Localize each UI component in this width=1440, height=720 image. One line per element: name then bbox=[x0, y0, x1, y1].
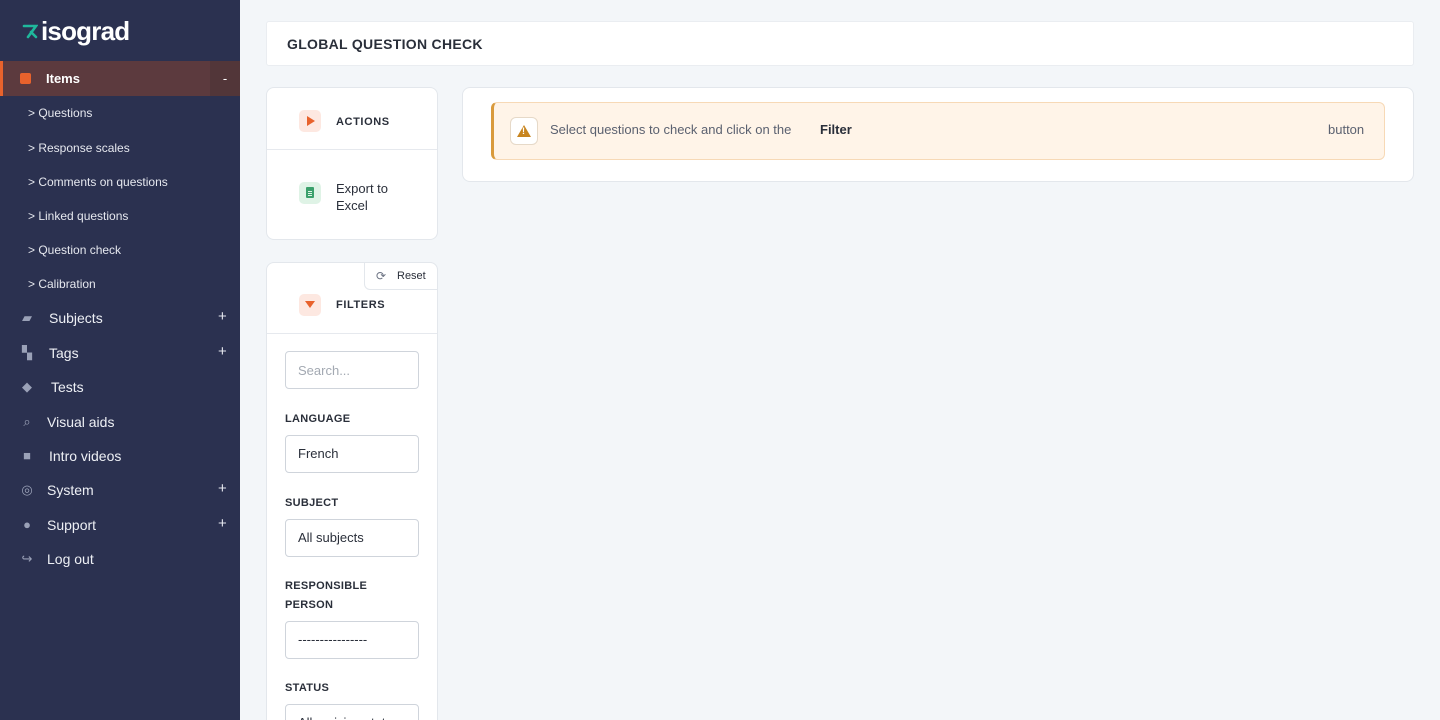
help-icon: ● bbox=[23, 517, 31, 532]
page-title: GLOBAL QUESTION CHECK bbox=[287, 36, 483, 52]
expand-plus-icon[interactable]: + bbox=[218, 308, 227, 325]
logo-text: isograd bbox=[41, 15, 130, 46]
sidebar-item-tags[interactable]: ▚ Tags + bbox=[0, 338, 240, 368]
sidebar-item-label: System bbox=[47, 482, 94, 498]
export-label: Export to Excel bbox=[336, 181, 389, 213]
alert-message-end: button bbox=[1328, 122, 1365, 137]
collapse-toggle-button[interactable]: - bbox=[210, 61, 240, 96]
subnav-comments-on-questions[interactable]: > Comments on questions bbox=[28, 175, 168, 189]
info-alert: Select questions to check and click on t… bbox=[491, 102, 1385, 160]
language-label: LANGUAGE bbox=[285, 413, 351, 425]
language-select[interactable]: French bbox=[285, 435, 419, 473]
sidebar-item-label: Tests bbox=[51, 379, 84, 395]
sidebar-item-visual-aids[interactable]: ⌕ Visual aids bbox=[0, 407, 240, 437]
subnav-linked-questions[interactable]: > Linked questions bbox=[28, 209, 128, 223]
responsible-person-label: RESPONSIBLE PERSON bbox=[285, 580, 368, 611]
sidebar: isograd Items - > Questions > Response s… bbox=[0, 0, 240, 720]
status-select[interactable]: All revision statuses bbox=[285, 704, 419, 720]
folder-icon: ▰ bbox=[22, 310, 32, 325]
sidebar-item-label: Support bbox=[47, 517, 97, 533]
export-to-excel-button[interactable]: Export to Excel bbox=[267, 150, 437, 240]
refresh-icon: ⟳ bbox=[376, 269, 387, 283]
search-icon: ⌕ bbox=[23, 414, 31, 429]
subject-label: SUBJECT bbox=[285, 497, 339, 509]
warning-icon bbox=[510, 117, 538, 145]
sidebar-item-subjects[interactable]: ▰ Subjects + bbox=[0, 303, 240, 333]
responsible-person-select[interactable]: ---------------- bbox=[285, 621, 419, 659]
sidebar-item-system[interactable]: ◎ System + bbox=[0, 475, 240, 505]
sidebar-item-items[interactable]: Items - bbox=[0, 61, 240, 96]
actions-panel: ACTIONS Export to Excel bbox=[266, 87, 438, 240]
tags-icon: ▚ bbox=[22, 345, 32, 360]
alert-message: Select questions to check and click on t… bbox=[550, 122, 792, 137]
pencil-square-icon bbox=[20, 73, 31, 84]
results-panel: Select questions to check and click on t… bbox=[462, 87, 1414, 182]
page-header: GLOBAL QUESTION CHECK bbox=[266, 21, 1414, 66]
sidebar-item-label: Visual aids bbox=[47, 414, 115, 430]
graduation-cap-icon: ◆ bbox=[22, 379, 32, 394]
sidebar-item-label: Log out bbox=[47, 551, 94, 567]
gear-icon: ◎ bbox=[21, 482, 33, 497]
filters-title: FILTERS bbox=[336, 299, 386, 311]
sidebar-item-label: Tags bbox=[49, 345, 79, 361]
reset-label: Reset bbox=[397, 270, 426, 282]
sidebar-item-label: Subjects bbox=[49, 310, 103, 326]
video-icon: ■ bbox=[23, 448, 31, 463]
subnav-question-check[interactable]: > Question check bbox=[28, 243, 121, 257]
subnav-questions[interactable]: > Questions bbox=[28, 106, 92, 120]
logo-mark-icon bbox=[22, 24, 38, 39]
play-icon bbox=[299, 110, 321, 132]
sidebar-item-intro-videos[interactable]: ■ Intro videos bbox=[0, 441, 240, 471]
status-label: STATUS bbox=[285, 682, 330, 694]
actions-header: ACTIONS bbox=[267, 88, 437, 150]
search-input[interactable] bbox=[285, 351, 419, 389]
expand-plus-icon[interactable]: + bbox=[218, 515, 227, 532]
sidebar-item-label: Intro videos bbox=[49, 448, 122, 464]
isograd-logo[interactable]: isograd bbox=[22, 15, 130, 46]
filters-header: FILTERS bbox=[267, 290, 437, 334]
funnel-icon bbox=[299, 294, 321, 316]
alert-filter-keyword: Filter bbox=[820, 122, 852, 137]
reset-button[interactable]: ⟳ Reset bbox=[364, 262, 438, 290]
sidebar-item-tests[interactable]: ◆ Tests bbox=[0, 372, 240, 402]
expand-plus-icon[interactable]: + bbox=[218, 343, 227, 360]
subnav-calibration[interactable]: > Calibration bbox=[28, 277, 96, 291]
logout-icon: ↪ bbox=[21, 551, 33, 566]
sidebar-item-log-out[interactable]: ↪ Log out bbox=[0, 544, 240, 574]
sidebar-item-support[interactable]: ● Support + bbox=[0, 510, 240, 540]
sidebar-item-label: Items bbox=[46, 71, 80, 86]
subnav-response-scales[interactable]: > Response scales bbox=[28, 141, 130, 155]
actions-title: ACTIONS bbox=[336, 116, 390, 128]
subject-select[interactable]: All subjects bbox=[285, 519, 419, 557]
expand-plus-icon[interactable]: + bbox=[218, 480, 227, 497]
excel-file-icon bbox=[299, 182, 321, 204]
filters-panel: ⟳ Reset FILTERS LANGUAGE French SUBJECT … bbox=[266, 262, 438, 720]
